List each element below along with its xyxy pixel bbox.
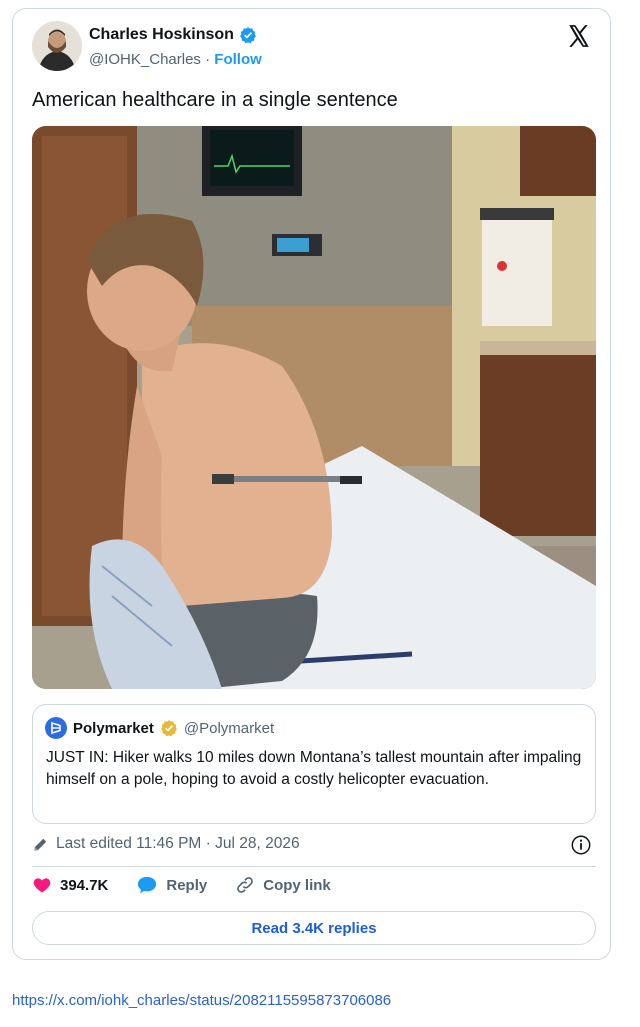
tweet-photo[interactable] (32, 126, 596, 689)
quoted-tweet[interactable]: Polymarket @Polymarket JUST IN: Hiker wa… (32, 704, 596, 824)
polymarket-logo-icon (45, 717, 67, 739)
reply-bubble-icon (138, 876, 157, 894)
avatar[interactable] (32, 21, 82, 71)
reply-label: Reply (166, 876, 208, 894)
like-count: 394.7K (60, 876, 109, 894)
action-bar: 394.7K Reply Copy link (32, 875, 359, 895)
copy-link-button[interactable]: Copy link (235, 875, 331, 895)
quoted-tweet-header: Polymarket @Polymarket (45, 717, 274, 739)
gold-verified-badge-icon (160, 720, 177, 737)
author-name-row: Charles Hoskinson (89, 26, 257, 44)
link-icon (237, 877, 254, 893)
quoted-author-name[interactable]: Polymarket (73, 720, 154, 737)
author-name[interactable]: Charles Hoskinson (89, 26, 234, 44)
tweet-card: Charles Hoskinson @IOHK_Charles · Follow… (12, 8, 611, 960)
like-button[interactable]: 394.7K (32, 875, 108, 895)
heart-icon (33, 878, 51, 893)
verified-badge-icon (239, 27, 256, 44)
handle-row: @IOHK_Charles · Follow (89, 51, 262, 68)
copy-link-label: Copy link (263, 876, 331, 894)
read-replies-button[interactable]: Read 3.4K replies (32, 911, 596, 945)
separator-dot: · (205, 51, 211, 68)
tweet-text: American healthcare in a single sentence (32, 89, 398, 111)
edited-timestamp: Last edited 11:46 PM · Jul 28, 2026 (56, 835, 300, 852)
edited-row[interactable]: Last edited 11:46 PM · Jul 28, 2026 (32, 835, 300, 853)
divider (32, 866, 596, 867)
hospital-photo (32, 126, 596, 689)
source-url[interactable]: https://x.com/iohk_charles/status/208211… (12, 992, 391, 1009)
pencil-icon (34, 838, 47, 851)
follow-button[interactable]: Follow (214, 51, 262, 68)
info-icon[interactable] (570, 834, 592, 856)
author-handle[interactable]: @IOHK_Charles (89, 51, 201, 68)
x-logo-icon[interactable] (566, 23, 592, 49)
reply-button[interactable]: Reply (136, 875, 207, 895)
quoted-author-handle[interactable]: @Polymarket (184, 720, 274, 737)
quoted-tweet-text: JUST IN: Hiker walks 10 miles down Monta… (46, 749, 582, 788)
